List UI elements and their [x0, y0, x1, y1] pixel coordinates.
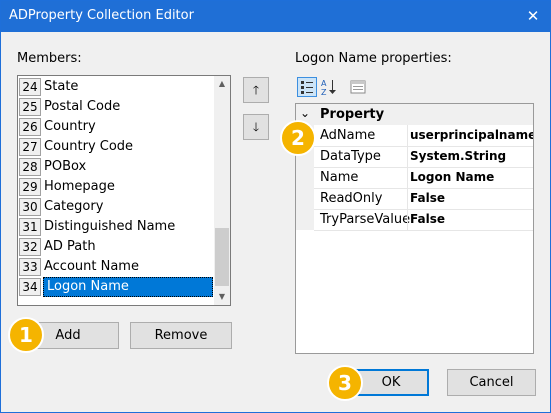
property-value[interactable]: False [410, 209, 445, 229]
list-item[interactable]: 27 Country Code [19, 137, 215, 157]
property-category-row[interactable]: ⌄ Property [296, 104, 533, 125]
list-item-selected[interactable]: 34 Logon Name [19, 277, 215, 297]
item-index: 25 [19, 98, 41, 116]
scroll-down-icon[interactable]: ▼ [214, 289, 230, 305]
properties-label: Logon Name properties: [295, 51, 452, 66]
category-label: Property [320, 107, 385, 122]
list-item[interactable]: 25 Postal Code [19, 97, 215, 117]
list-item[interactable]: 28 POBox [19, 157, 215, 177]
members-list[interactable]: 24 State 25 Postal Code 26 Country 27 Co… [17, 75, 231, 306]
property-value[interactable]: System.String [410, 146, 506, 166]
property-value[interactable]: Logon Name [410, 167, 494, 187]
item-name: Country Code [44, 139, 134, 154]
alphabetical-icon[interactable]: A Z [319, 77, 339, 97]
list-item[interactable]: 33 Account Name [19, 257, 215, 277]
item-index: 31 [19, 218, 41, 236]
move-down-button[interactable]: 🡓 [243, 114, 269, 140]
property-pages-icon[interactable] [348, 77, 368, 97]
cancel-button[interactable]: Cancel [447, 369, 536, 396]
item-name: Postal Code [44, 99, 121, 114]
scroll-up-icon[interactable]: ▲ [214, 76, 230, 92]
row-gutter [296, 188, 314, 209]
item-name: AD Path [44, 239, 96, 254]
item-index: 33 [19, 258, 41, 276]
annotation-badge-3: 3 [327, 365, 363, 401]
row-gutter [296, 209, 314, 230]
item-name: Country [44, 119, 96, 134]
collection-editor-window: ADProperty Collection Editor ✕ Members: … [0, 0, 551, 413]
item-name: Logon Name [43, 277, 213, 297]
title-bar[interactable]: ADProperty Collection Editor ✕ [1, 1, 550, 32]
property-name: DataType [320, 149, 381, 164]
row-divider [314, 230, 533, 231]
list-scrollbar[interactable]: ▲ ▼ [214, 76, 230, 305]
item-index: 30 [19, 198, 41, 216]
property-value[interactable]: userprincipalname [410, 125, 533, 145]
move-up-button[interactable]: 🡑 [243, 77, 269, 103]
arrow-down-icon: 🡓 [252, 120, 260, 134]
arrow-up-icon: 🡑 [252, 83, 260, 97]
property-row-tryparsevalue[interactable]: TryParseValue False [296, 209, 533, 230]
item-index: 27 [19, 138, 41, 156]
list-item[interactable]: 26 Country [19, 117, 215, 137]
list-item[interactable]: 31 Distinguished Name [19, 217, 215, 237]
property-name: TryParseValue [320, 212, 411, 227]
svg-text:A: A [321, 79, 327, 88]
scroll-thumb[interactable] [215, 228, 229, 286]
remove-button[interactable]: Remove [130, 322, 232, 349]
item-name: State [44, 79, 79, 94]
list-item[interactable]: 24 State [19, 77, 215, 97]
annotation-badge-1: 1 [8, 317, 44, 353]
item-index: 32 [19, 238, 41, 256]
item-index: 24 [19, 78, 41, 96]
window-title: ADProperty Collection Editor [9, 8, 194, 23]
ok-button[interactable]: OK [353, 369, 429, 396]
categorized-icon[interactable] [297, 77, 317, 97]
property-name: AdName [320, 128, 376, 143]
annotation-badge-2: 2 [280, 120, 316, 156]
property-row-adname[interactable]: AdName userprincipalname [296, 125, 533, 146]
item-index: 28 [19, 158, 41, 176]
row-gutter [296, 167, 314, 188]
property-name: Name [320, 170, 359, 185]
close-icon[interactable]: ✕ [522, 5, 544, 27]
item-name: Distinguished Name [44, 219, 176, 234]
list-item[interactable]: 29 Homepage [19, 177, 215, 197]
list-item[interactable]: 30 Category [19, 197, 215, 217]
property-name: ReadOnly [320, 191, 383, 206]
item-name: Account Name [44, 259, 139, 274]
property-value[interactable]: False [410, 188, 445, 208]
column-divider [407, 125, 408, 230]
item-name: POBox [44, 159, 87, 174]
item-index: 29 [19, 178, 41, 196]
property-row-name[interactable]: Name Logon Name [296, 167, 533, 188]
list-item[interactable]: 32 AD Path [19, 237, 215, 257]
item-name: Homepage [44, 179, 115, 194]
property-row-datatype[interactable]: DataType System.String [296, 146, 533, 167]
svg-text:Z: Z [321, 88, 327, 97]
item-name: Category [44, 199, 104, 214]
item-index: 34 [19, 278, 41, 296]
item-index: 26 [19, 118, 41, 136]
property-row-readonly[interactable]: ReadOnly False [296, 188, 533, 209]
property-grid[interactable]: ⌄ Property AdName userprincipalname Data… [295, 103, 534, 354]
members-label: Members: [17, 51, 82, 66]
